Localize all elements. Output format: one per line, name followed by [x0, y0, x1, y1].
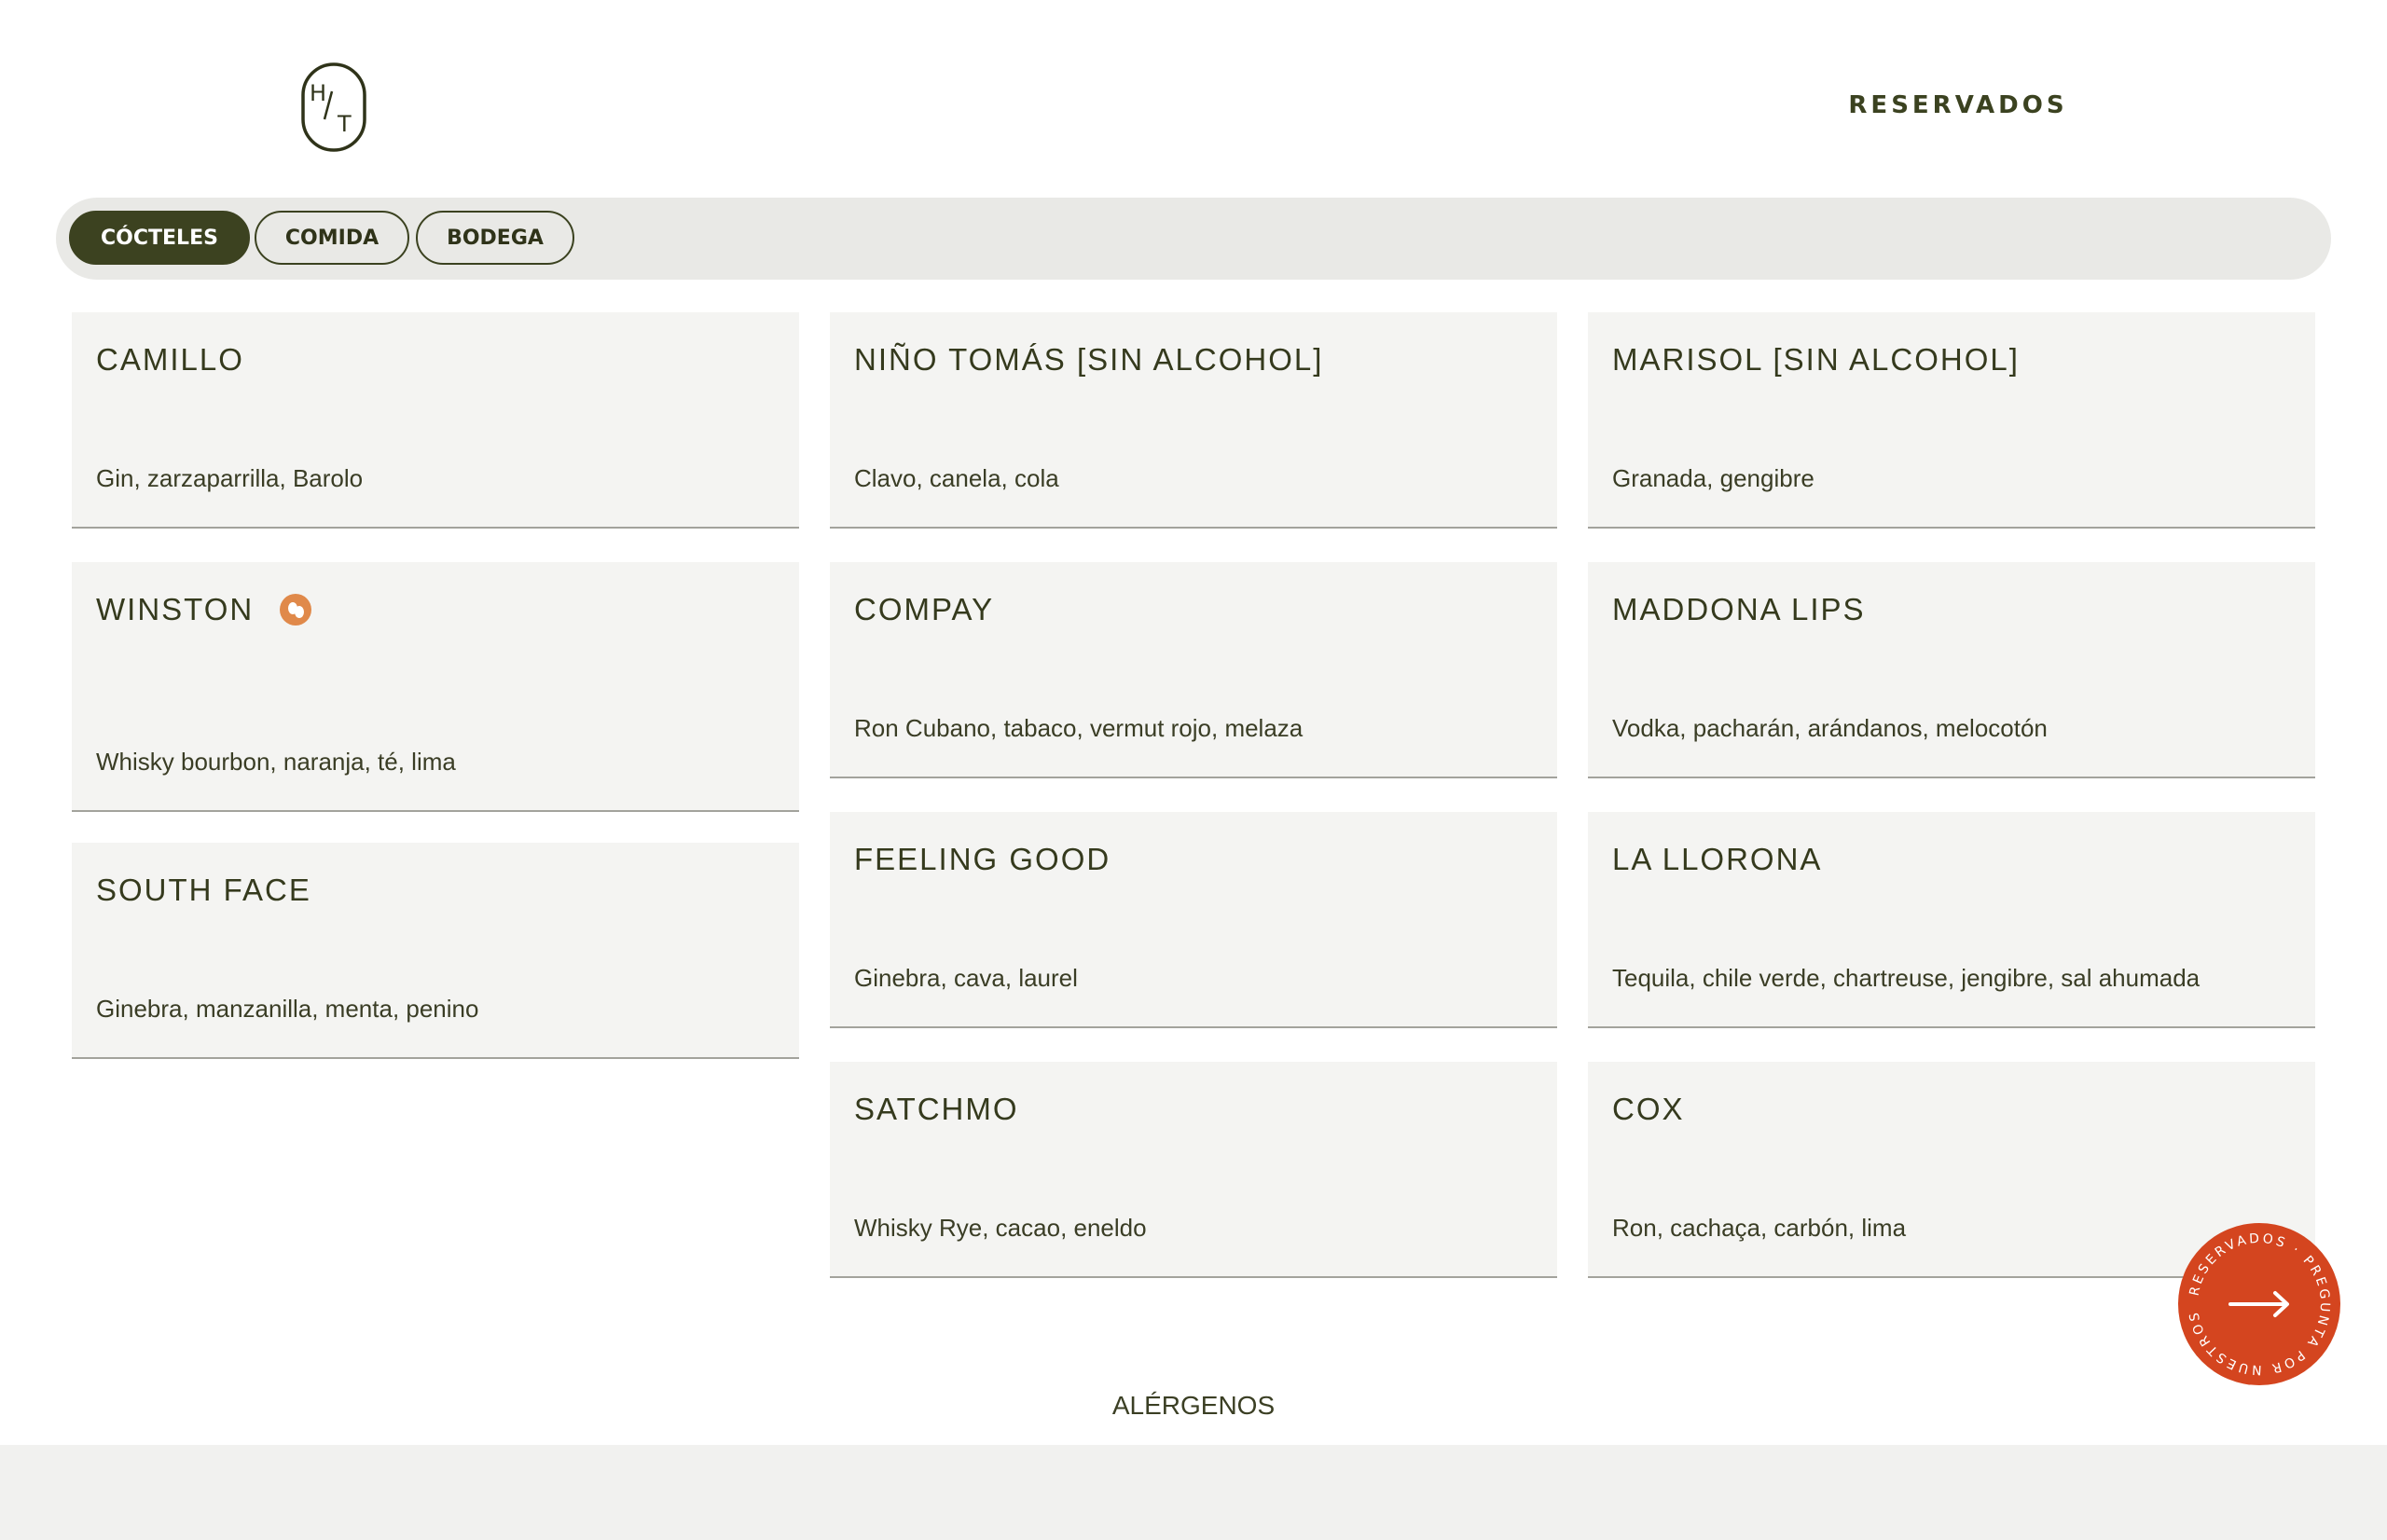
brand-logo[interactable]: H T [300, 62, 367, 153]
svg-text:T: T [337, 111, 352, 137]
reservados-nav-link[interactable]: RESERVADOS [1828, 91, 2089, 119]
menu-item-description: Ron, cachaça, carbón, lima [1612, 1214, 1907, 1242]
arrow-right-icon [2228, 1291, 2289, 1317]
menu-card-compay: COMPAY Ron Cubano, tabaco, vermut rojo, … [830, 562, 1557, 778]
menu-item-description: Granada, gengibre [1612, 464, 1814, 492]
menu-card-satchmo: SATCHMO Whisky Rye, cacao, eneldo [830, 1062, 1557, 1278]
tab-cocteles[interactable]: CÓCTELES [69, 211, 250, 265]
site-header: H T RESERVADOS [0, 0, 2387, 196]
menu-card-la-llorona: LA LLORONA Tequila, chile verde, chartre… [1588, 812, 2315, 1028]
menu-item-name: MADDONA LIPS [1612, 592, 1866, 626]
menu-item-name: MARISOL [SIN ALCOHOL] [1612, 342, 2020, 377]
allergens-link[interactable]: ALÉRGENOS [1007, 1391, 1380, 1421]
menu-item-name: WINSTON [96, 592, 255, 626]
menu-item-name: LA LLORONA [1612, 842, 1823, 876]
menu-item-description: Clavo, canela, cola [854, 464, 1059, 492]
menu-item-description: Whisky bourbon, naranja, té, lima [96, 748, 456, 776]
menu-item-name: COMPAY [854, 592, 995, 626]
category-tab-bar: CÓCTELES COMIDA BODEGA [56, 198, 2331, 280]
menu-item-name: SOUTH FACE [96, 873, 311, 907]
reservados-floating-button[interactable]: RESERVADOS · PREGUNTA POR NUESTROS [2178, 1223, 2340, 1385]
menu-card-nino-tomas: NIÑO TOMÁS [SIN ALCOHOL] Clavo, canela, … [830, 312, 1557, 529]
menu-card-feeling-good: FEELING GOOD Ginebra, cava, laurel [830, 812, 1557, 1028]
menu-item-description: Vodka, pacharán, arándanos, melocotón [1612, 714, 2048, 742]
menu-item-name: CAMILLO [96, 342, 244, 377]
menu-item-description: Ron Cubano, tabaco, vermut rojo, melaza [854, 714, 1304, 742]
menu-item-description: Gin, zarzaparrilla, Barolo [96, 464, 364, 492]
menu-item-name-row: WINSTON [96, 592, 312, 627]
tab-bodega[interactable]: BODEGA [416, 211, 574, 265]
reservados-badge: RESERVADOS · PREGUNTA POR NUESTROS [2187, 1231, 2329, 1378]
tab-comida[interactable]: COMIDA [255, 211, 409, 265]
menu-item-name: SATCHMO [854, 1092, 1019, 1126]
logo-mark-icon: H T [301, 62, 366, 152]
menu-card-south-face: SOUTH FACE Ginebra, manzanilla, menta, p… [72, 843, 799, 1059]
menu-card-camillo: CAMILLO Gin, zarzaparrilla, Barolo [72, 312, 799, 529]
menu-item-description: Tequila, chile verde, chartreuse, jengib… [1612, 964, 2201, 992]
menu-card-maddona-lips: MADDONA LIPS Vodka, pacharán, arándanos,… [1588, 562, 2315, 778]
menu-item-name: NIÑO TOMÁS [SIN ALCOHOL] [854, 342, 1324, 377]
footer-band [0, 1445, 2387, 1540]
svg-text:H: H [310, 80, 326, 106]
menu-item-name: COX [1612, 1092, 1685, 1126]
menu-item-description: Whisky Rye, cacao, eneldo [854, 1214, 1147, 1242]
menu-item-name: FEELING GOOD [854, 842, 1111, 876]
menu-item-description: Ginebra, cava, laurel [854, 964, 1078, 992]
menu-card-winston: WINSTON Whisky bourbon, naranja, té, lim… [72, 562, 799, 812]
nuts-icon [280, 594, 312, 626]
menu-card-marisol: MARISOL [SIN ALCOHOL] Granada, gengibre [1588, 312, 2315, 529]
menu-item-description: Ginebra, manzanilla, menta, penino [96, 995, 479, 1023]
